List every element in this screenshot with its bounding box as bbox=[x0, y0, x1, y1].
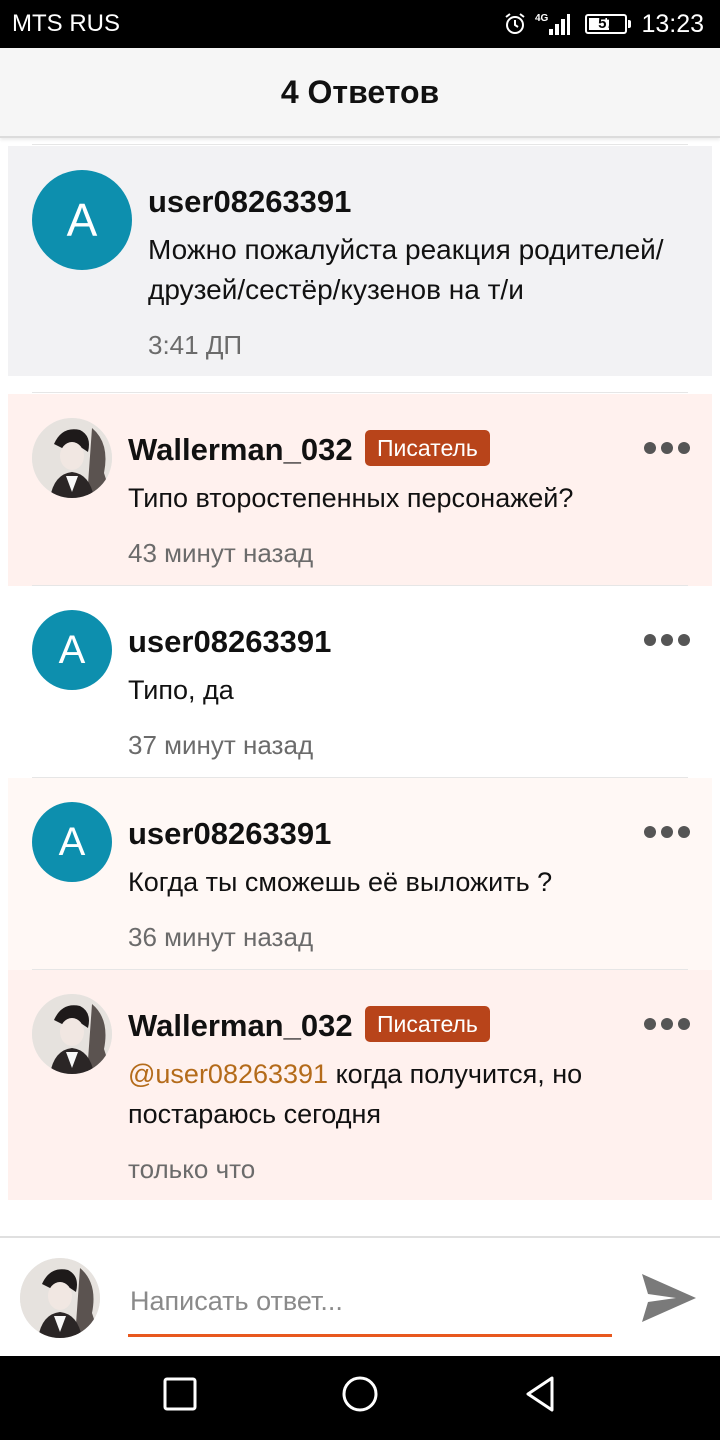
input-underline bbox=[128, 1334, 612, 1337]
more-icon[interactable] bbox=[644, 1018, 690, 1030]
reply-username[interactable]: user08263391 bbox=[128, 816, 331, 852]
reply-time: 36 минут назад bbox=[128, 922, 314, 952]
reply-item: A user08263391 Когда ты сможешь её вылож… bbox=[8, 778, 712, 970]
reply-item: A user08263391 Типо, да 37 минут назад bbox=[8, 586, 712, 778]
avatar[interactable] bbox=[32, 418, 112, 498]
avatar-image bbox=[32, 418, 112, 498]
post-text-line-2: друзей/сестёр/кузенов на т/и bbox=[148, 274, 524, 305]
reply-text-rest: когда получится, но bbox=[328, 1059, 583, 1089]
more-icon[interactable] bbox=[644, 634, 690, 646]
reply-username[interactable]: Wallerman_032 bbox=[128, 432, 353, 468]
nav-home-icon[interactable] bbox=[340, 1374, 380, 1414]
divider bbox=[32, 144, 688, 145]
system-nav-bar bbox=[0, 1356, 720, 1440]
avatar[interactable]: A bbox=[32, 170, 132, 270]
more-icon[interactable] bbox=[644, 442, 690, 454]
reply-text: Типо второстепенных персонажей? bbox=[128, 483, 574, 513]
status-bar: MTS RUS 4G 57 13:23 bbox=[0, 0, 720, 48]
more-icon[interactable] bbox=[644, 826, 690, 838]
reply-composer bbox=[0, 1236, 720, 1358]
divider bbox=[32, 392, 688, 393]
alarm-icon bbox=[505, 13, 526, 34]
signal-icon: 4G bbox=[535, 13, 571, 35]
writer-badge: Писатель bbox=[365, 1006, 490, 1042]
my-avatar[interactable] bbox=[20, 1258, 100, 1338]
battery-level: 57 bbox=[598, 15, 615, 32]
reply-item: Wallerman_032 Писатель Типо второстепенн… bbox=[8, 394, 712, 586]
reply-time: только что bbox=[128, 1154, 256, 1184]
writer-badge: Писатель bbox=[365, 430, 490, 466]
post-time: 3:41 ДП bbox=[148, 330, 243, 360]
avatar[interactable] bbox=[32, 994, 112, 1074]
header: 4 Ответов bbox=[0, 48, 720, 138]
avatar[interactable]: A bbox=[32, 610, 112, 690]
reply-text: Типо, да bbox=[128, 675, 234, 705]
clock: 13:23 bbox=[641, 9, 704, 38]
reply-username[interactable]: Wallerman_032 bbox=[128, 1008, 353, 1044]
reply-text-line-1: @user08263391 когда получится, но bbox=[128, 1054, 582, 1094]
network-type: 4G bbox=[535, 13, 549, 24]
battery-icon: 57 bbox=[585, 14, 632, 34]
reply-time: 37 минут назад bbox=[128, 730, 314, 760]
reply-text-line-2: постараюсь сегодня bbox=[128, 1099, 382, 1129]
nav-recent-icon[interactable] bbox=[162, 1376, 198, 1412]
reply-item: Wallerman_032 Писатель @user08263391 ког… bbox=[8, 970, 712, 1200]
status-icons: 4G 57 13:23 bbox=[503, 8, 704, 40]
reply-input[interactable] bbox=[128, 1276, 616, 1326]
post-username[interactable]: user08263391 bbox=[148, 184, 351, 220]
original-post: A user08263391 Можно пожалуйста реакция … bbox=[8, 146, 712, 376]
user-mention[interactable]: @user08263391 bbox=[128, 1059, 328, 1089]
carrier-name: MTS RUS bbox=[12, 10, 120, 37]
reply-time: 43 минут назад bbox=[128, 538, 314, 568]
page-title: 4 Ответов bbox=[280, 73, 440, 110]
post-text-line-1: Можно пожалуйста реакция родителей/ bbox=[148, 234, 664, 265]
reply-username[interactable]: user08263391 bbox=[128, 624, 331, 660]
avatar-image bbox=[20, 1258, 100, 1338]
nav-back-icon[interactable] bbox=[520, 1374, 560, 1414]
avatar-image bbox=[32, 994, 112, 1074]
avatar[interactable]: A bbox=[32, 802, 112, 882]
send-icon[interactable] bbox=[640, 1272, 698, 1324]
reply-text: Когда ты сможешь её выложить ? bbox=[128, 867, 553, 897]
